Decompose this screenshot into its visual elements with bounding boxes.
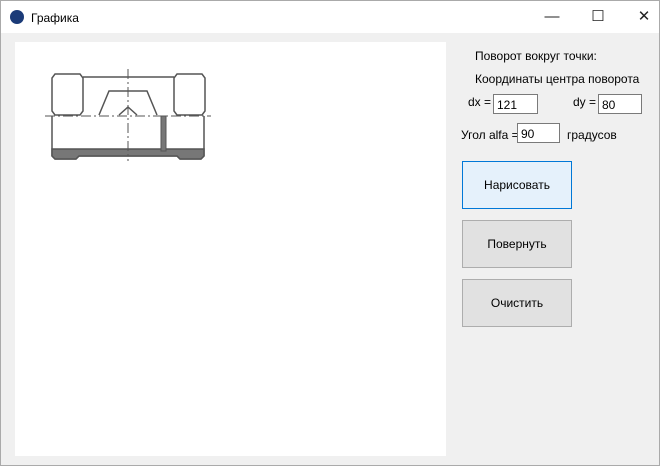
degrees-label: градусов <box>567 128 617 142</box>
dx-label: dx = <box>468 95 492 109</box>
drawing-canvas[interactable] <box>15 42 446 456</box>
dy-label: dy = <box>573 95 597 109</box>
window-title: Графика <box>31 11 79 25</box>
app-window: Графика — ☐ ✕ Поворот вокруг точки: Коор… <box>0 0 660 466</box>
maximize-button[interactable]: ☐ <box>575 1 621 33</box>
center-label: Координаты центра поворота <box>475 72 640 86</box>
rotate-button[interactable]: Повернуть <box>462 220 572 268</box>
app-icon <box>10 10 24 24</box>
close-button[interactable]: ✕ <box>621 1 666 33</box>
right-nut <box>173 73 206 116</box>
dx-input[interactable]: 121 <box>493 94 538 114</box>
angle-label: Угол alfa = <box>461 128 519 142</box>
left-nut <box>51 73 84 116</box>
title-bar: Графика — ☐ ✕ <box>1 1 659 33</box>
rotate-label: Поворот вокруг точки: <box>475 49 597 63</box>
minimize-button[interactable]: — <box>529 1 575 33</box>
draw-button[interactable]: Нарисовать <box>462 161 572 209</box>
dy-input[interactable]: 80 <box>598 94 642 114</box>
angle-input[interactable]: 90 <box>517 123 560 143</box>
clear-button[interactable]: Очистить <box>462 279 572 327</box>
part-drawing <box>45 69 211 161</box>
